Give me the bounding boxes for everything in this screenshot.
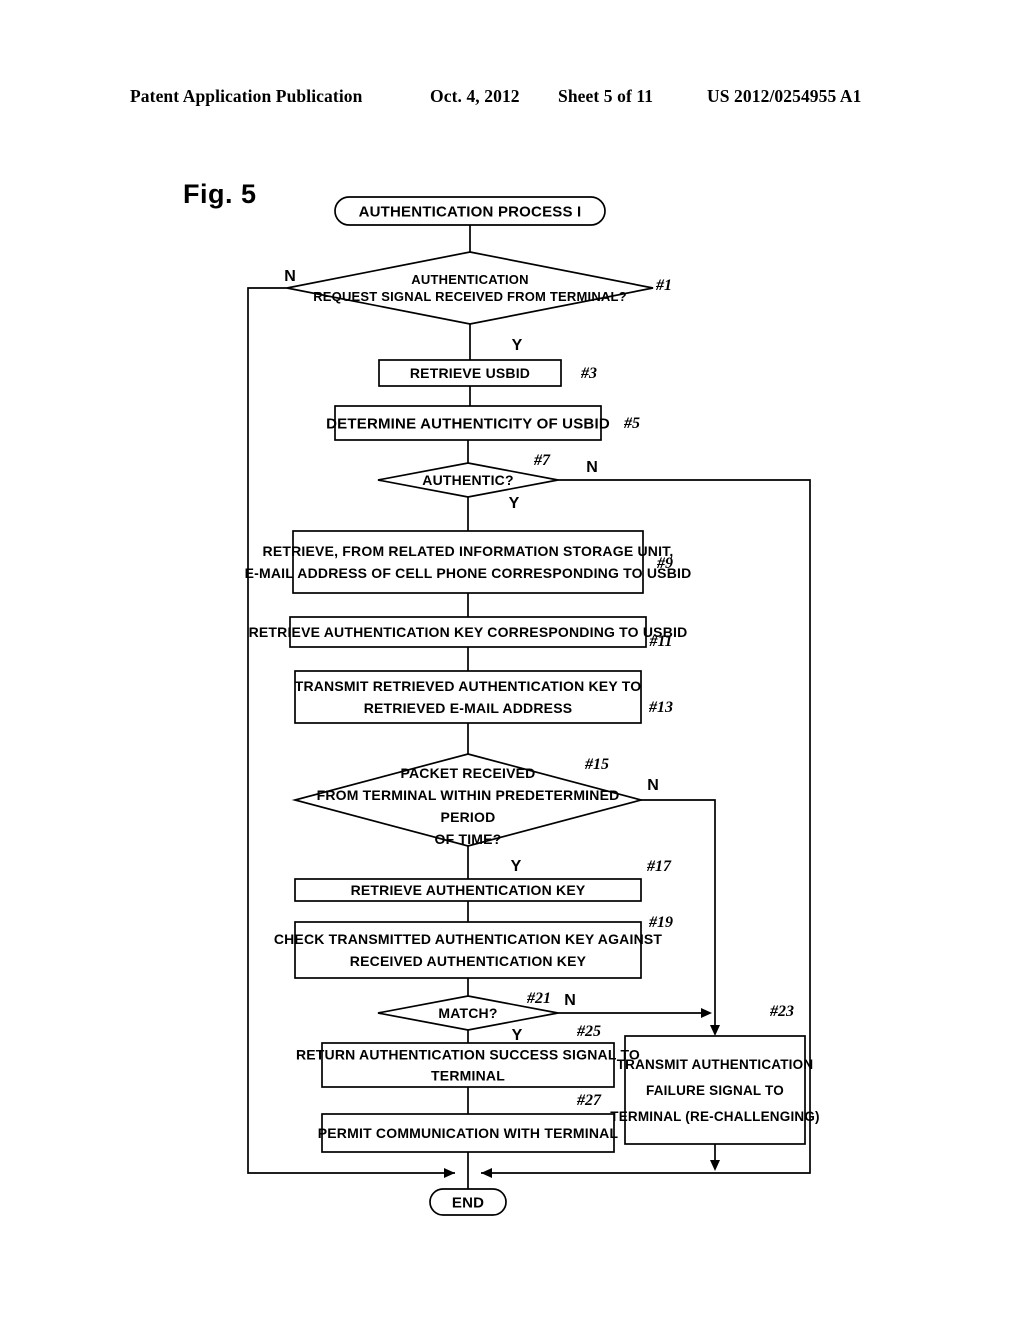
node-layer: AUTHENTICATION PROCESS I AUTHENTICATION RE…: [245, 196, 820, 1216]
branch-label-d1-y: Y: [512, 337, 523, 354]
node-label-p9: RETRIEVE, FROM RELATED INFORMATION STORA…: [263, 543, 674, 559]
node-label-p9: E-MAIL ADDRESS OF CELL PHONE CORRESPONDI…: [245, 565, 692, 581]
flow-node-p25: RETURN AUTHENTICATION SUCCESS SIGNAL TO T…: [296, 1042, 640, 1088]
reference-numeral-p3: #3: [580, 365, 597, 382]
edge-d7-n-right-arrowhead: [481, 1168, 492, 1178]
reference-numeral-p11: #11: [648, 633, 672, 650]
reference-numeral-p27: #27: [576, 1092, 602, 1109]
reference-numeral-d21: #21: [526, 990, 551, 1007]
node-label-d15: OF TIME?: [435, 831, 502, 847]
node-label-p27: PERMIT COMMUNICATION WITH TERMINAL: [318, 1125, 619, 1141]
branch-label-d21-y: Y: [512, 1027, 523, 1044]
flow-node-p11: RETRIEVE AUTHENTICATION KEY CORRESPONDIN…: [249, 616, 688, 648]
flow-node-p13: TRANSMIT RETRIEVED AUTHENTICATION KEY TO…: [294, 670, 642, 724]
node-label-p25: RETURN AUTHENTICATION SUCCESS SIGNAL TO: [296, 1047, 640, 1063]
flowchart-figure: AUTHENTICATION PROCESS I AUTHENTICATION RE…: [245, 196, 820, 1216]
branch-label-d15-n: N: [647, 777, 659, 794]
branch-label-d21-n: N: [564, 992, 576, 1009]
flow-node-p5: DETERMINE AUTHENTICITY OF USBID: [326, 405, 610, 441]
node-label-end: END: [452, 1194, 484, 1211]
reference-numeral-p23: #23: [769, 1003, 794, 1020]
node-label-d15: PACKET RECEIVED: [401, 765, 536, 781]
node-label-p23: TERMINAL (RE-CHALLENGING): [610, 1109, 819, 1124]
reference-numeral-p17: #17: [646, 858, 672, 875]
node-label-p25: TERMINAL: [431, 1068, 505, 1084]
flow-node-p17: RETRIEVE AUTHENTICATION KEY: [294, 878, 642, 902]
flow-node-start: AUTHENTICATION PROCESS I: [334, 196, 606, 226]
node-label-p19: CHECK TRANSMITTED AUTHENTICATION KEY AGA…: [274, 931, 663, 947]
node-label-d7: AUTHENTIC?: [422, 472, 513, 488]
node-label-p3: RETRIEVE USBID: [410, 365, 530, 381]
node-shape-p9: [292, 530, 644, 594]
node-label-p19: RECEIVED AUTHENTICATION KEY: [350, 953, 587, 969]
node-label-p23: FAILURE SIGNAL TO: [646, 1083, 784, 1098]
reference-numeral-d15: #15: [584, 756, 609, 773]
edge-d1-n-left-arrowhead: [444, 1168, 455, 1178]
flow-node-p3: RETRIEVE USBID: [378, 359, 562, 387]
node-label-d1: AUTHENTICATION: [411, 272, 528, 287]
flow-node-end: END: [429, 1188, 507, 1216]
node-label-d1: REQUEST SIGNAL RECEIVED FROM TERMINAL?: [313, 289, 627, 304]
branch-label-d7-n: N: [586, 459, 598, 476]
reference-numeral-p9: #9: [656, 555, 673, 572]
node-shape-d1: [286, 251, 654, 325]
node-label-d21: MATCH?: [438, 1005, 497, 1021]
node-label-d15: PERIOD: [441, 809, 496, 825]
node-label-p23: TRANSMIT AUTHENTICATION: [617, 1057, 814, 1072]
reference-numeral-p19: #19: [648, 914, 673, 931]
flow-node-p9: RETRIEVE, FROM RELATED INFORMATION STORA…: [245, 530, 692, 594]
node-label-p11: RETRIEVE AUTHENTICATION KEY CORRESPONDIN…: [249, 624, 688, 640]
node-label-p17: RETRIEVE AUTHENTICATION KEY: [351, 882, 586, 898]
branch-label-d7-y: Y: [509, 495, 520, 512]
node-label-d15: FROM TERMINAL WITHIN PREDETERMINED: [317, 787, 620, 803]
reference-numeral-d7: #7: [533, 452, 551, 469]
node-label-p5: DETERMINE AUTHENTICITY OF USBID: [326, 415, 610, 432]
node-label-p13: TRANSMIT RETRIEVED AUTHENTICATION KEY TO: [295, 678, 642, 694]
edge-d15-n-arrowhead: [710, 1025, 720, 1036]
branch-label-d1-n: N: [284, 268, 296, 285]
reference-numeral-p5: #5: [623, 415, 640, 432]
reference-numeral-d1: #1: [655, 277, 672, 294]
flow-node-d1: AUTHENTICATION REQUEST SIGNAL RECEIVED FR…: [286, 251, 654, 325]
edge-p23-end-arrowhead: [710, 1160, 720, 1171]
reference-numeral-p25: #25: [576, 1023, 601, 1040]
node-label-start: AUTHENTICATION PROCESS I: [359, 203, 582, 220]
flow-node-d7: AUTHENTIC?: [377, 462, 559, 498]
flow-node-p19: CHECK TRANSMITTED AUTHENTICATION KEY AGA…: [274, 921, 663, 979]
flow-node-p23: TRANSMIT AUTHENTICATION FAILURE SIGNAL TO…: [610, 1035, 820, 1145]
reference-numeral-p13: #13: [648, 699, 673, 716]
branch-label-d15-y: Y: [511, 858, 522, 875]
node-label-p13: RETRIEVED E-MAIL ADDRESS: [364, 700, 573, 716]
flow-node-p27: PERMIT COMMUNICATION WITH TERMINAL: [318, 1113, 619, 1153]
edge-d21-n-arrowhead: [701, 1008, 712, 1018]
